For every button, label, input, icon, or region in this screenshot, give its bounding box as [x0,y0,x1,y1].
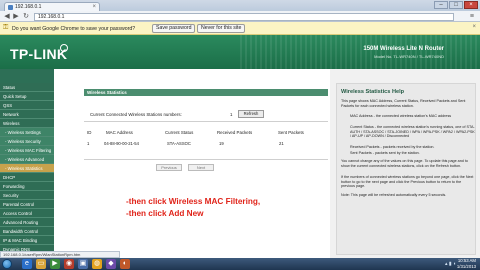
infobar-message: Do you want Google Chrome to save your p… [12,26,136,32]
next-button[interactable]: Next [188,164,214,171]
sidebar-item[interactable]: Forwarding [0,182,54,191]
key-icon: ⚿ [3,24,9,31]
help-item: Received Packets - packets received by t… [350,145,435,149]
tp-link-logo: TP-LINK [10,46,68,62]
sidebar-item[interactable]: Access Control [0,209,54,218]
screen: 192.168.0.1 × – □ × ◀ ▶ ↻ 192.168.0.1 ≡ … [0,0,480,270]
column-header-status: Current Status [165,130,194,135]
sidebar-item[interactable]: - Wireless Security [0,137,54,146]
sidebar-item[interactable]: QSS [0,101,54,110]
clock-date[interactable]: 1/31/2013 [457,264,476,269]
connected-count-label: Current Connected Wireless Stations numb… [90,112,182,117]
chrome-icon[interactable]: ◍ [92,259,102,269]
app-icon[interactable]: ▣ [78,259,88,269]
help-item: Sent Packets - packets sent by the stati… [350,151,420,155]
system-tray-icons[interactable]: ▴ ▮ ◖ [445,261,456,267]
column-header-mac: MAC Address [106,130,133,135]
start-button[interactable] [2,259,12,269]
help-item: Current Status - the connected wireless … [350,125,475,139]
sidebar-item[interactable]: - Wireless MAC Filtering [0,146,54,155]
save-password-infobar: ⚿ Do you want Google Chrome to save your… [0,22,480,35]
table-cell-id: 1 [87,141,90,146]
minimize-button[interactable]: – [434,1,448,9]
sidebar-item[interactable]: - Wireless Settings [0,128,54,137]
close-window-button[interactable]: × [464,1,478,9]
sidebar-item[interactable]: - Wireless Statistics [0,164,54,173]
sidebar-item[interactable]: - Wireless Advanced [0,155,54,164]
forward-icon[interactable]: ▶ [12,13,20,21]
tab-title: 192.168.0.1 [15,4,42,10]
app-icon[interactable]: ◆ [106,259,116,269]
table-cell-received: 19 [219,141,224,146]
sidebar-item[interactable]: DHCP [0,173,54,182]
reload-icon[interactable]: ↻ [22,13,30,21]
media-player-icon[interactable]: ▶ [50,259,60,269]
browser-tab[interactable]: 192.168.0.1 × [4,2,100,11]
sidebar-item[interactable]: Advanced Routing [0,218,54,227]
internet-explorer-icon[interactable]: e [22,259,32,269]
previous-button[interactable]: Previous [156,164,182,171]
help-intro: This page shows MAC Address, Current Sta… [341,99,466,108]
table-cell-mac: 04-88-90-00-21-54 [104,141,139,146]
connected-count-row: Current Connected Wireless Stations numb… [84,109,328,121]
sidebar-item[interactable]: Bandwidth Control [0,227,54,236]
browser-menu-icon[interactable]: ≡ [470,13,474,21]
help-item: MAC Address - the connected wireless sta… [350,114,452,118]
infobar-close-icon[interactable]: × [472,24,476,30]
sidebar-item[interactable]: Parental Control [0,200,54,209]
help-title: Wireless Statistics Help [341,89,405,95]
column-header-sent: Sent Packets [278,130,304,135]
sidebar-item[interactable]: Network [0,110,54,119]
router-admin-page: TP-LINK 150M Wireless Lite N Router Mode… [0,35,480,258]
sidebar-item[interactable]: Quick Setup [0,92,54,101]
help-paragraph: You cannot change any of the values on t… [341,159,468,168]
sidebar-item[interactable]: Security [0,191,54,200]
tutorial-annotation-line-1: -then click Wireless MAC Filtering, [126,197,261,206]
header-decoration [240,35,480,69]
tab-close-icon[interactable]: × [92,3,96,11]
save-password-button[interactable]: Save password [152,24,196,33]
column-header-received: Received Packets [217,130,253,135]
help-note: Note: This page will be refreshed automa… [341,193,447,197]
product-title: 150M Wireless Lite N Router [363,46,444,52]
divider [84,159,328,160]
divider [84,121,328,122]
router-header: TP-LINK 150M Wireless Lite N Router Mode… [0,35,480,69]
never-for-this-site-button[interactable]: Never for this site [197,24,246,33]
refresh-button[interactable]: Refresh [238,110,264,118]
tutorial-annotation-line-2: -then click Add New [126,209,204,218]
tab-bar: 192.168.0.1 × – □ × [0,0,480,11]
sidebar-item[interactable]: Status [0,83,54,92]
table-cell-status: STA-ASSOC [167,141,191,146]
help-box [336,83,476,255]
back-icon[interactable]: ◀ [3,13,11,21]
file-explorer-icon[interactable]: ▭ [36,259,46,269]
router-sidebar-menu: Status Quick Setup QSS Network Wireless - Wir… [0,69,54,258]
window-controls: – □ × [434,1,478,9]
firefox-icon[interactable]: ◐ [120,259,130,269]
product-model: Model No. TL-WR740N / TL-WR740ND [374,54,444,59]
help-paragraph: If the numbers of connected wireless sta… [341,175,474,189]
connected-count-value: 1 [230,112,233,117]
browser-toolbar: ◀ ▶ ↻ 192.168.0.1 ≡ [0,11,480,22]
panel-title: Wireless Statistics [84,89,328,96]
page-favicon-icon [8,5,13,10]
column-header-id: ID [87,130,92,135]
sidebar-item[interactable]: Wireless [0,119,54,128]
app-icon[interactable]: ◉ [64,259,74,269]
table-cell-sent: 21 [279,141,284,146]
address-bar[interactable]: 192.168.0.1 [34,13,454,21]
logo-mark-icon [60,44,68,52]
windows-taskbar: e ▭ ▶ ◉ ▣ ◍ ◆ ◐ ▴ ▮ ◖ 10:53 AM 1/31/2013 [0,258,480,270]
status-bar-url: 192.168.0.1/userRpm/WlanStationRpm.htm [0,251,120,258]
sidebar-item[interactable]: IP & MAC Binding [0,236,54,245]
maximize-button[interactable]: □ [449,1,463,9]
clock-time[interactable]: 10:53 AM [458,258,476,263]
